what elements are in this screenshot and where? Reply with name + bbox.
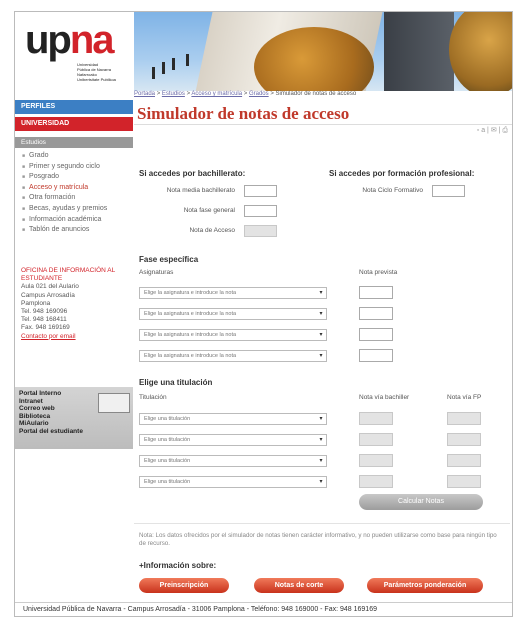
- sidebar-item-acceso-matricula[interactable]: ■ Acceso y matrícula: [15, 183, 133, 194]
- header-banner-image: [134, 12, 512, 91]
- via-bachiller-column-header: Nota vía bachiller: [359, 394, 410, 401]
- titulacion-select-1[interactable]: Elige una titulación ▾: [139, 413, 327, 425]
- titulacion-select-3[interactable]: Elige una titulación ▾: [139, 455, 327, 467]
- office-title: OFICINA DE INFORMACIÓN AL ESTUDIANTE: [21, 267, 116, 283]
- sidebar-item-posgrado[interactable]: ■ Posgrado: [15, 172, 133, 183]
- page-frame: upna Universidad Pública de Navarra Nafarr…: [14, 11, 513, 617]
- monitor-icon: [98, 393, 130, 413]
- chevron-down-icon: ▾: [319, 311, 323, 317]
- nota-prevista-input-1[interactable]: [359, 286, 393, 299]
- bullet-icon: ■: [22, 184, 26, 191]
- bullet-icon: ■: [22, 227, 26, 234]
- breadcrumb-acceso[interactable]: Acceso y matrícula: [191, 91, 242, 97]
- nota-via-fp-output-3: [447, 454, 481, 467]
- nota-fase-general-label: Nota fase general: [183, 207, 235, 214]
- nota-prevista-input-2[interactable]: [359, 307, 393, 320]
- chevron-down-icon: ▾: [319, 290, 323, 296]
- footer-text: Universidad Pública de Navarra - Campus …: [23, 606, 377, 613]
- link-miaulario[interactable]: MiAulario: [15, 420, 133, 428]
- chevron-down-icon: ▾: [319, 458, 323, 464]
- bullet-icon: ■: [22, 195, 26, 202]
- page-title: Simulador de notas de acceso: [137, 104, 350, 123]
- breadcrumb-current: Simulador de notas de acceso: [275, 91, 357, 97]
- preinscripcion-button[interactable]: Preinscripción: [139, 578, 229, 593]
- link-portal-estudiante[interactable]: Portal del estudiante: [15, 428, 133, 436]
- nota-prevista-column-header: Nota prevista: [359, 269, 398, 276]
- notas-corte-button[interactable]: Notas de corte: [254, 578, 344, 593]
- breadcrumb-portada[interactable]: Portada: [134, 91, 155, 97]
- link-biblioteca[interactable]: Biblioteca: [15, 413, 133, 421]
- bullet-icon: ■: [22, 205, 26, 212]
- calcular-notas-button[interactable]: Calcular Notas: [359, 494, 483, 510]
- logo-tagline: Universidad Pública de Navarra Nafarroako U…: [77, 62, 116, 82]
- sidebar-menu: ■ Grado ■ Primer y segundo ciclo ■ Posgrado…: [15, 151, 133, 236]
- nota-ciclo-label: Nota Ciclo Formativo: [362, 187, 423, 194]
- chevron-down-icon: ▾: [319, 332, 323, 338]
- nota-via-fp-output-2: [447, 433, 481, 446]
- footer-divider: [15, 602, 512, 603]
- upna-logo[interactable]: upna: [25, 20, 115, 60]
- asignatura-select-3[interactable]: Elige la asignatura e introduce la nota ▾: [139, 329, 327, 341]
- nota-fase-general-input[interactable]: [244, 205, 277, 217]
- chevron-down-icon: ▾: [319, 353, 323, 359]
- sidebar-item-otra-formacion[interactable]: ■ Otra formación: [15, 193, 133, 204]
- via-fp-column-header: Nota vía FP: [447, 394, 482, 401]
- contact-email-link[interactable]: Contacto por email: [21, 333, 76, 340]
- nota-prevista-input-4[interactable]: [359, 349, 393, 362]
- asignatura-select-4[interactable]: Elige la asignatura e introduce la nota ▾: [139, 350, 327, 362]
- logo-area[interactable]: upna Universidad Pública de Navarra Nafarr…: [15, 12, 133, 97]
- office-info: OFICINA DE INFORMACIÓN AL ESTUDIANTE Aul…: [21, 267, 129, 341]
- nota-via-fp-output-1: [447, 412, 481, 425]
- nota-via-bach-output-1: [359, 412, 393, 425]
- nota-via-bach-output-4: [359, 475, 393, 488]
- breadcrumb: Portada > Estudios > Acceso y matrícula …: [134, 91, 357, 97]
- asignatura-select-1[interactable]: Elige la asignatura e introduce la nota ▾: [139, 287, 327, 299]
- bullet-icon: ■: [22, 174, 26, 181]
- titulacion-select-2[interactable]: Elige una titulación ▾: [139, 434, 327, 446]
- section-divider: [134, 523, 510, 524]
- breadcrumb-grados[interactable]: Grados: [249, 91, 269, 97]
- nota-media-input[interactable]: [244, 185, 277, 197]
- titulacion-select-4[interactable]: Elige una titulación ▾: [139, 476, 327, 488]
- asignatura-select-2[interactable]: Elige la asignatura e introduce la nota ▾: [139, 308, 327, 320]
- title-divider: [134, 124, 512, 125]
- bullet-icon: ■: [22, 153, 26, 159]
- nota-media-label: Nota media bachillerato: [166, 187, 235, 194]
- nav-universidad[interactable]: UNIVERSIDAD: [15, 117, 133, 131]
- nota-prevista-input-3[interactable]: [359, 328, 393, 341]
- titulacion-column-header: Titulación: [139, 394, 167, 401]
- sidebar-item-informacion-academica[interactable]: ■ Información académica: [15, 215, 133, 226]
- nota-via-bach-output-3: [359, 454, 393, 467]
- nota-via-fp-output-4: [447, 475, 481, 488]
- bullet-icon: ■: [22, 216, 26, 223]
- breadcrumb-estudios[interactable]: Estudios: [162, 91, 185, 97]
- nav-perfiles[interactable]: PERFILES: [15, 100, 133, 114]
- bachillerato-heading: Si accedes por bachillerato:: [139, 169, 246, 178]
- titulacion-heading: Elige una titulación: [139, 378, 213, 387]
- chevron-down-icon: ▾: [319, 479, 323, 485]
- sidebar: PERFILES UNIVERSIDAD Estudios ■ Grado ■ Pr…: [15, 100, 133, 236]
- bullet-icon: ■: [22, 163, 26, 170]
- chevron-down-icon: ▾: [319, 437, 323, 443]
- sidebar-item-primer-segundo-ciclo[interactable]: ■ Primer y segundo ciclo: [15, 162, 133, 173]
- fase-especifica-heading: Fase específica: [139, 255, 199, 264]
- sidebar-item-becas[interactable]: ■ Becas, ayudas y premios: [15, 204, 133, 215]
- parametros-ponderacion-button[interactable]: Parámetros ponderación: [367, 578, 483, 593]
- chevron-down-icon: ▾: [319, 416, 323, 422]
- page-tools-icons[interactable]: ▫ a | ✉ | ⎙: [477, 126, 508, 135]
- nota-via-bach-output-2: [359, 433, 393, 446]
- nota-ciclo-input[interactable]: [432, 185, 465, 197]
- info-heading: +Información sobre:: [139, 561, 217, 570]
- disclaimer-note: Nota: Los datos ofrecidos por el simulad…: [139, 532, 497, 547]
- sidebar-item-tablon[interactable]: ■ Tablón de anuncios: [15, 225, 133, 236]
- nota-acceso-output: [244, 225, 277, 237]
- nav-estudios[interactable]: Estudios: [15, 137, 133, 148]
- fp-heading: Si accedes por formación profesional:: [329, 169, 475, 178]
- portal-links-box: Portal Interno Intranet Correo web Bibli…: [15, 387, 133, 449]
- sidebar-item-grado[interactable]: ■ Grado: [15, 151, 133, 162]
- asignaturas-column-header: Asignaturas: [139, 269, 174, 276]
- nota-acceso-label: Nota de Acceso: [189, 227, 235, 234]
